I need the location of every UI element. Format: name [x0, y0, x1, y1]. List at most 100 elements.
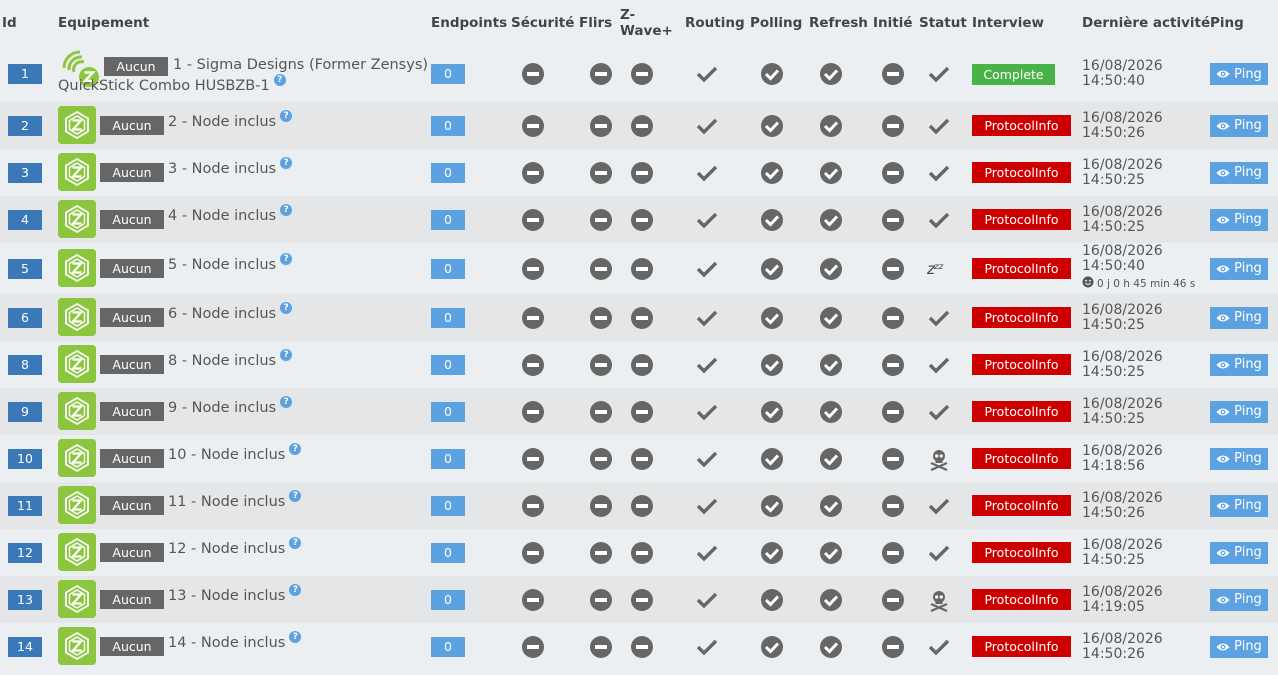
- ping-button[interactable]: Ping: [1210, 494, 1268, 517]
- help-icon[interactable]: ?: [289, 490, 302, 502]
- check-icon: [927, 545, 951, 561]
- header-polling[interactable]: Polling: [748, 0, 807, 46]
- minus-circle-icon: [589, 447, 613, 470]
- ping-button[interactable]: Ping: [1210, 447, 1268, 470]
- ping-button[interactable]: Ping: [1210, 208, 1268, 231]
- ping-button[interactable]: Ping: [1210, 588, 1268, 611]
- equipement-name[interactable]: 11 - Node inclus?: [168, 490, 302, 510]
- cell-equipement: Aucun 13 - Node inclus?: [56, 576, 429, 623]
- object-aucun-badge[interactable]: Aucun: [100, 116, 164, 135]
- ping-button[interactable]: Ping: [1210, 63, 1268, 85]
- interview-status-badge: ProtocolInfo: [972, 354, 1071, 375]
- help-icon[interactable]: ?: [289, 537, 302, 549]
- equipement-name[interactable]: 2 - Node inclus?: [168, 110, 293, 130]
- ping-button[interactable]: Ping: [1210, 635, 1268, 658]
- help-icon[interactable]: ?: [280, 396, 293, 408]
- cell-initie: [871, 102, 917, 149]
- equipement-name[interactable]: 5 - Node inclus?: [168, 253, 293, 273]
- header-statut[interactable]: Statut: [917, 0, 970, 46]
- help-icon[interactable]: ?: [289, 584, 302, 596]
- ping-label: Ping: [1234, 498, 1262, 513]
- derniere-activite: 16/08/2026 14:50:25: [1082, 204, 1206, 235]
- help-icon[interactable]: ?: [289, 631, 302, 643]
- check-icon: [695, 66, 719, 83]
- object-aucun-badge[interactable]: Aucun: [100, 590, 164, 609]
- cell-refresh: [807, 196, 871, 243]
- object-aucun-badge[interactable]: Aucun: [104, 57, 168, 76]
- header-equipement[interactable]: Equipement: [56, 0, 429, 46]
- ping-button[interactable]: Ping: [1210, 114, 1268, 137]
- header-flirs[interactable]: Flirs: [577, 0, 618, 46]
- header-zwave[interactable]: Z-Wave+: [618, 0, 683, 46]
- object-aucun-badge[interactable]: Aucun: [100, 308, 164, 327]
- minus-circle-icon: [521, 257, 545, 280]
- minus-circle-icon: [589, 541, 613, 564]
- ping-button[interactable]: Ping: [1210, 257, 1268, 280]
- ping-button[interactable]: Ping: [1210, 541, 1268, 564]
- object-aucun-badge[interactable]: Aucun: [100, 496, 164, 515]
- header-derniere-activite[interactable]: Dernière activité: [1080, 0, 1210, 46]
- ping-button[interactable]: Ping: [1210, 353, 1268, 376]
- eye-icon: [1216, 169, 1230, 176]
- header-ping[interactable]: Ping: [1208, 0, 1278, 46]
- header-id[interactable]: Id: [0, 0, 56, 46]
- minus-circle-icon: [589, 494, 613, 517]
- help-icon[interactable]: ?: [273, 74, 286, 86]
- minus-circle-icon: [630, 306, 654, 329]
- help-icon[interactable]: ?: [280, 302, 293, 314]
- ping-button[interactable]: Ping: [1210, 400, 1268, 423]
- help-icon[interactable]: ?: [280, 110, 293, 122]
- cell-routing: [683, 576, 748, 623]
- cell-equipement: Aucun 2 - Node inclus?: [56, 102, 429, 149]
- check-circle-icon: [819, 257, 843, 280]
- header-interview[interactable]: Interview: [970, 0, 1080, 46]
- endpoints-badge: 0: [431, 448, 465, 469]
- header-securite[interactable]: Sécurité: [509, 0, 577, 46]
- help-icon[interactable]: ?: [280, 157, 293, 169]
- equipement-name[interactable]: 6 - Node inclus?: [168, 302, 293, 322]
- object-aucun-badge[interactable]: Aucun: [100, 449, 164, 468]
- help-icon[interactable]: ?: [280, 349, 293, 361]
- object-aucun-badge[interactable]: Aucun: [100, 210, 164, 229]
- equipement-name[interactable]: 9 - Node inclus?: [168, 396, 293, 416]
- object-aucun-badge[interactable]: Aucun: [100, 163, 164, 182]
- check-circle-icon: [760, 541, 784, 564]
- header-routing[interactable]: Routing: [683, 0, 748, 46]
- equipement-name[interactable]: 4 - Node inclus?: [168, 204, 293, 224]
- object-aucun-badge[interactable]: Aucun: [100, 402, 164, 421]
- minus-circle-icon: [881, 114, 905, 137]
- derniere-activite: 16/08/2026 14:50:26: [1082, 631, 1206, 662]
- cell-interview: ProtocolInfo: [970, 576, 1080, 623]
- cell-equipement: Aucun 8 - Node inclus?: [56, 341, 429, 388]
- equipement-name[interactable]: 13 - Node inclus?: [168, 584, 302, 604]
- equipement-name[interactable]: 1 - Sigma Designs (Former Zensys): [173, 57, 428, 73]
- cell-interview: ProtocolInfo: [970, 435, 1080, 482]
- ping-button[interactable]: Ping: [1210, 161, 1268, 184]
- equipement-name[interactable]: 10 - Node inclus?: [168, 443, 302, 463]
- node-id-badge: 8: [8, 354, 42, 375]
- equipement-name[interactable]: 14 - Node inclus?: [168, 631, 302, 651]
- header-initie[interactable]: Initié: [871, 0, 917, 46]
- object-aucun-badge[interactable]: Aucun: [100, 637, 164, 656]
- help-icon[interactable]: ?: [289, 443, 302, 455]
- equipement-cell: Aucun 6 - Node inclus?: [58, 294, 427, 341]
- equipement-name[interactable]: 3 - Node inclus?: [168, 157, 293, 177]
- table-row: 5 Aucun 5 - Node inclus? 0 zᶻᶻ ProtocolInfo 16…: [0, 243, 1278, 294]
- equipement-name[interactable]: 12 - Node inclus?: [168, 537, 302, 557]
- equipement-name[interactable]: 8 - Node inclus?: [168, 349, 293, 369]
- object-aucun-badge[interactable]: Aucun: [100, 543, 164, 562]
- minus-circle-icon: [521, 541, 545, 564]
- cell-ping: Ping: [1208, 102, 1278, 149]
- help-icon[interactable]: ?: [280, 253, 293, 265]
- help-icon[interactable]: ?: [280, 204, 293, 216]
- endpoints-badge: 0: [431, 162, 465, 183]
- minus-circle-icon: [589, 353, 613, 376]
- object-aucun-badge[interactable]: Aucun: [100, 259, 164, 278]
- ping-button[interactable]: Ping: [1210, 306, 1268, 329]
- minus-circle-icon: [521, 63, 545, 85]
- header-refresh[interactable]: Refresh: [807, 0, 871, 46]
- ping-label: Ping: [1234, 165, 1262, 180]
- cell-ping: Ping: [1208, 46, 1278, 102]
- header-endpoints[interactable]: Endpoints: [429, 0, 509, 46]
- object-aucun-badge[interactable]: Aucun: [100, 355, 164, 374]
